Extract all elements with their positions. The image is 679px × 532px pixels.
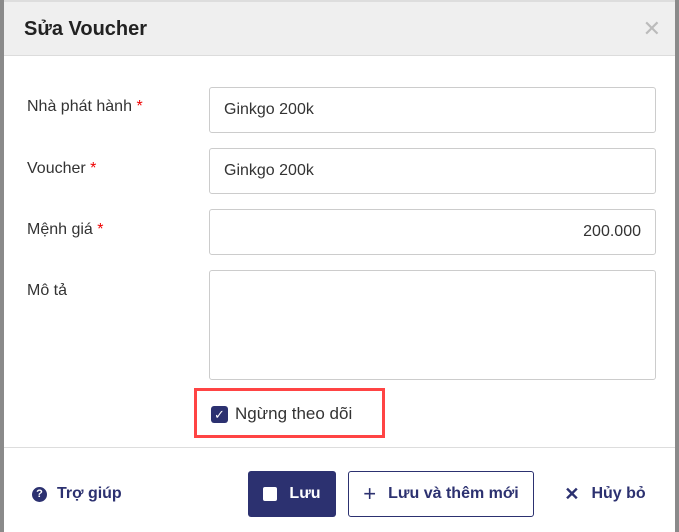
save-and-new-label: Lưu và thêm mới (388, 485, 519, 502)
description-label: Mô tả (27, 282, 68, 299)
help-label: Trợ giúp (57, 485, 122, 502)
face-value-label: Mệnh giá * (27, 221, 104, 239)
close-icon: ✕ (564, 483, 580, 504)
required-mark: * (90, 160, 97, 177)
stop-tracking-checkbox[interactable]: ✓ (211, 406, 228, 423)
cancel-label: Hủy bỏ (591, 485, 646, 502)
face-value-input[interactable] (209, 209, 656, 255)
voucher-input[interactable] (209, 148, 656, 194)
footer-divider (4, 447, 675, 448)
label-text: Nhà phát hành (27, 98, 132, 115)
floppy-disk-icon (263, 487, 278, 501)
highlight-box: ✓ Ngừng theo dõi (194, 388, 385, 438)
edit-voucher-dialog: Sửa Voucher ✕ Nhà phát hành * Voucher * … (4, 0, 675, 532)
voucher-label: Voucher * (27, 160, 96, 178)
plus-icon: + (363, 481, 377, 506)
label-text: Mệnh giá (27, 221, 93, 238)
save-label: Lưu (289, 485, 321, 502)
help-button[interactable]: ? Trợ giúp (32, 471, 132, 517)
dialog-header: Sửa Voucher ✕ (4, 2, 675, 56)
publisher-input[interactable] (209, 87, 656, 133)
required-mark: * (97, 221, 104, 238)
stop-tracking-label[interactable]: Ngừng theo dõi (235, 404, 352, 424)
label-text: Voucher (27, 160, 86, 177)
close-icon[interactable]: ✕ (643, 16, 661, 42)
save-and-new-button[interactable]: + Lưu và thêm mới (348, 471, 534, 517)
required-mark: * (136, 98, 143, 115)
cancel-button[interactable]: ✕ Hủy bỏ (560, 471, 650, 517)
dialog-title: Sửa Voucher (24, 18, 148, 40)
save-button[interactable]: Lưu (248, 471, 336, 517)
description-textarea[interactable] (209, 270, 656, 380)
publisher-label: Nhà phát hành * (27, 98, 143, 116)
question-icon: ? (32, 486, 47, 502)
